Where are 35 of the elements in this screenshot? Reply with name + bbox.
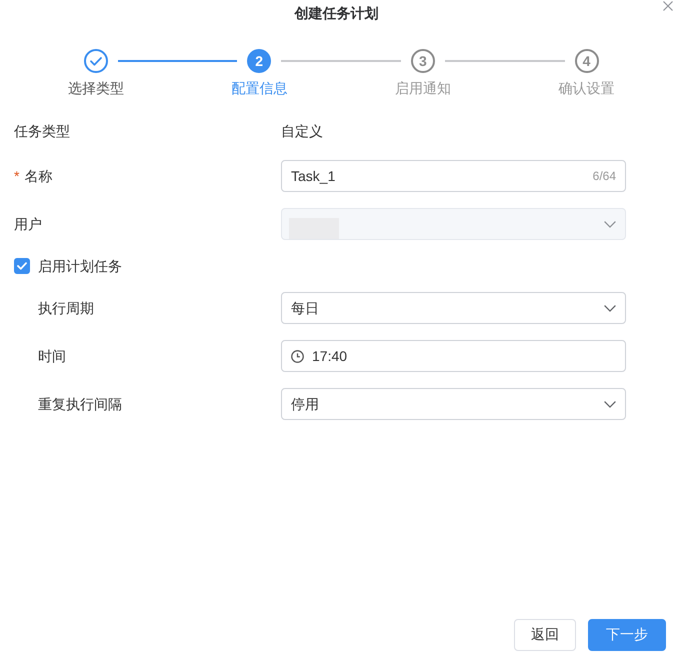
chevron-down-icon — [604, 304, 616, 312]
checkbox-label: 启用计划任务 — [38, 257, 122, 276]
dialog-title: 创建任务计划 — [294, 4, 378, 22]
step-label: 确认设置 — [558, 79, 614, 98]
field-label: 执行周期 — [38, 299, 94, 318]
step-label: 配置信息 — [231, 79, 288, 98]
text-input-field[interactable]: Task_1 6/64 — [281, 160, 626, 192]
chevron-down-icon — [604, 400, 616, 408]
check-icon — [17, 262, 27, 270]
required-mark: * — [14, 167, 20, 186]
select-field[interactable]: 每日 — [281, 292, 626, 324]
close-button[interactable] — [663, 1, 673, 11]
step-number: 2 — [247, 49, 272, 73]
step-number: 4 — [574, 49, 599, 73]
input-value: Task_1 — [291, 167, 336, 186]
step-number: 3 — [410, 49, 435, 73]
time-value: 17:40 — [312, 347, 348, 366]
chevron-down-icon — [604, 220, 616, 228]
close-icon — [663, 1, 673, 11]
field-label: 用户 — [14, 215, 42, 234]
field-label: 名称 — [24, 167, 52, 186]
clock-icon — [291, 350, 304, 362]
selected-value: 停用 — [291, 395, 319, 414]
step-label: 选择类型 — [68, 79, 124, 98]
character-counter: 6/64 — [592, 169, 616, 183]
field-label: 时间 — [38, 347, 66, 366]
field-label: 重复执行间隔 — [38, 395, 122, 414]
step-label: 启用通知 — [394, 79, 451, 98]
selected-value: 每日 — [291, 299, 319, 318]
field-label: 任务类型 — [14, 122, 70, 140]
select-field[interactable]: 停用 — [281, 388, 626, 420]
back-button[interactable]: 返回 — [514, 619, 576, 651]
checkbox[interactable] — [14, 258, 30, 274]
field-value: 自定义 — [281, 122, 324, 140]
time-picker-field[interactable]: 17:40 — [281, 340, 626, 372]
